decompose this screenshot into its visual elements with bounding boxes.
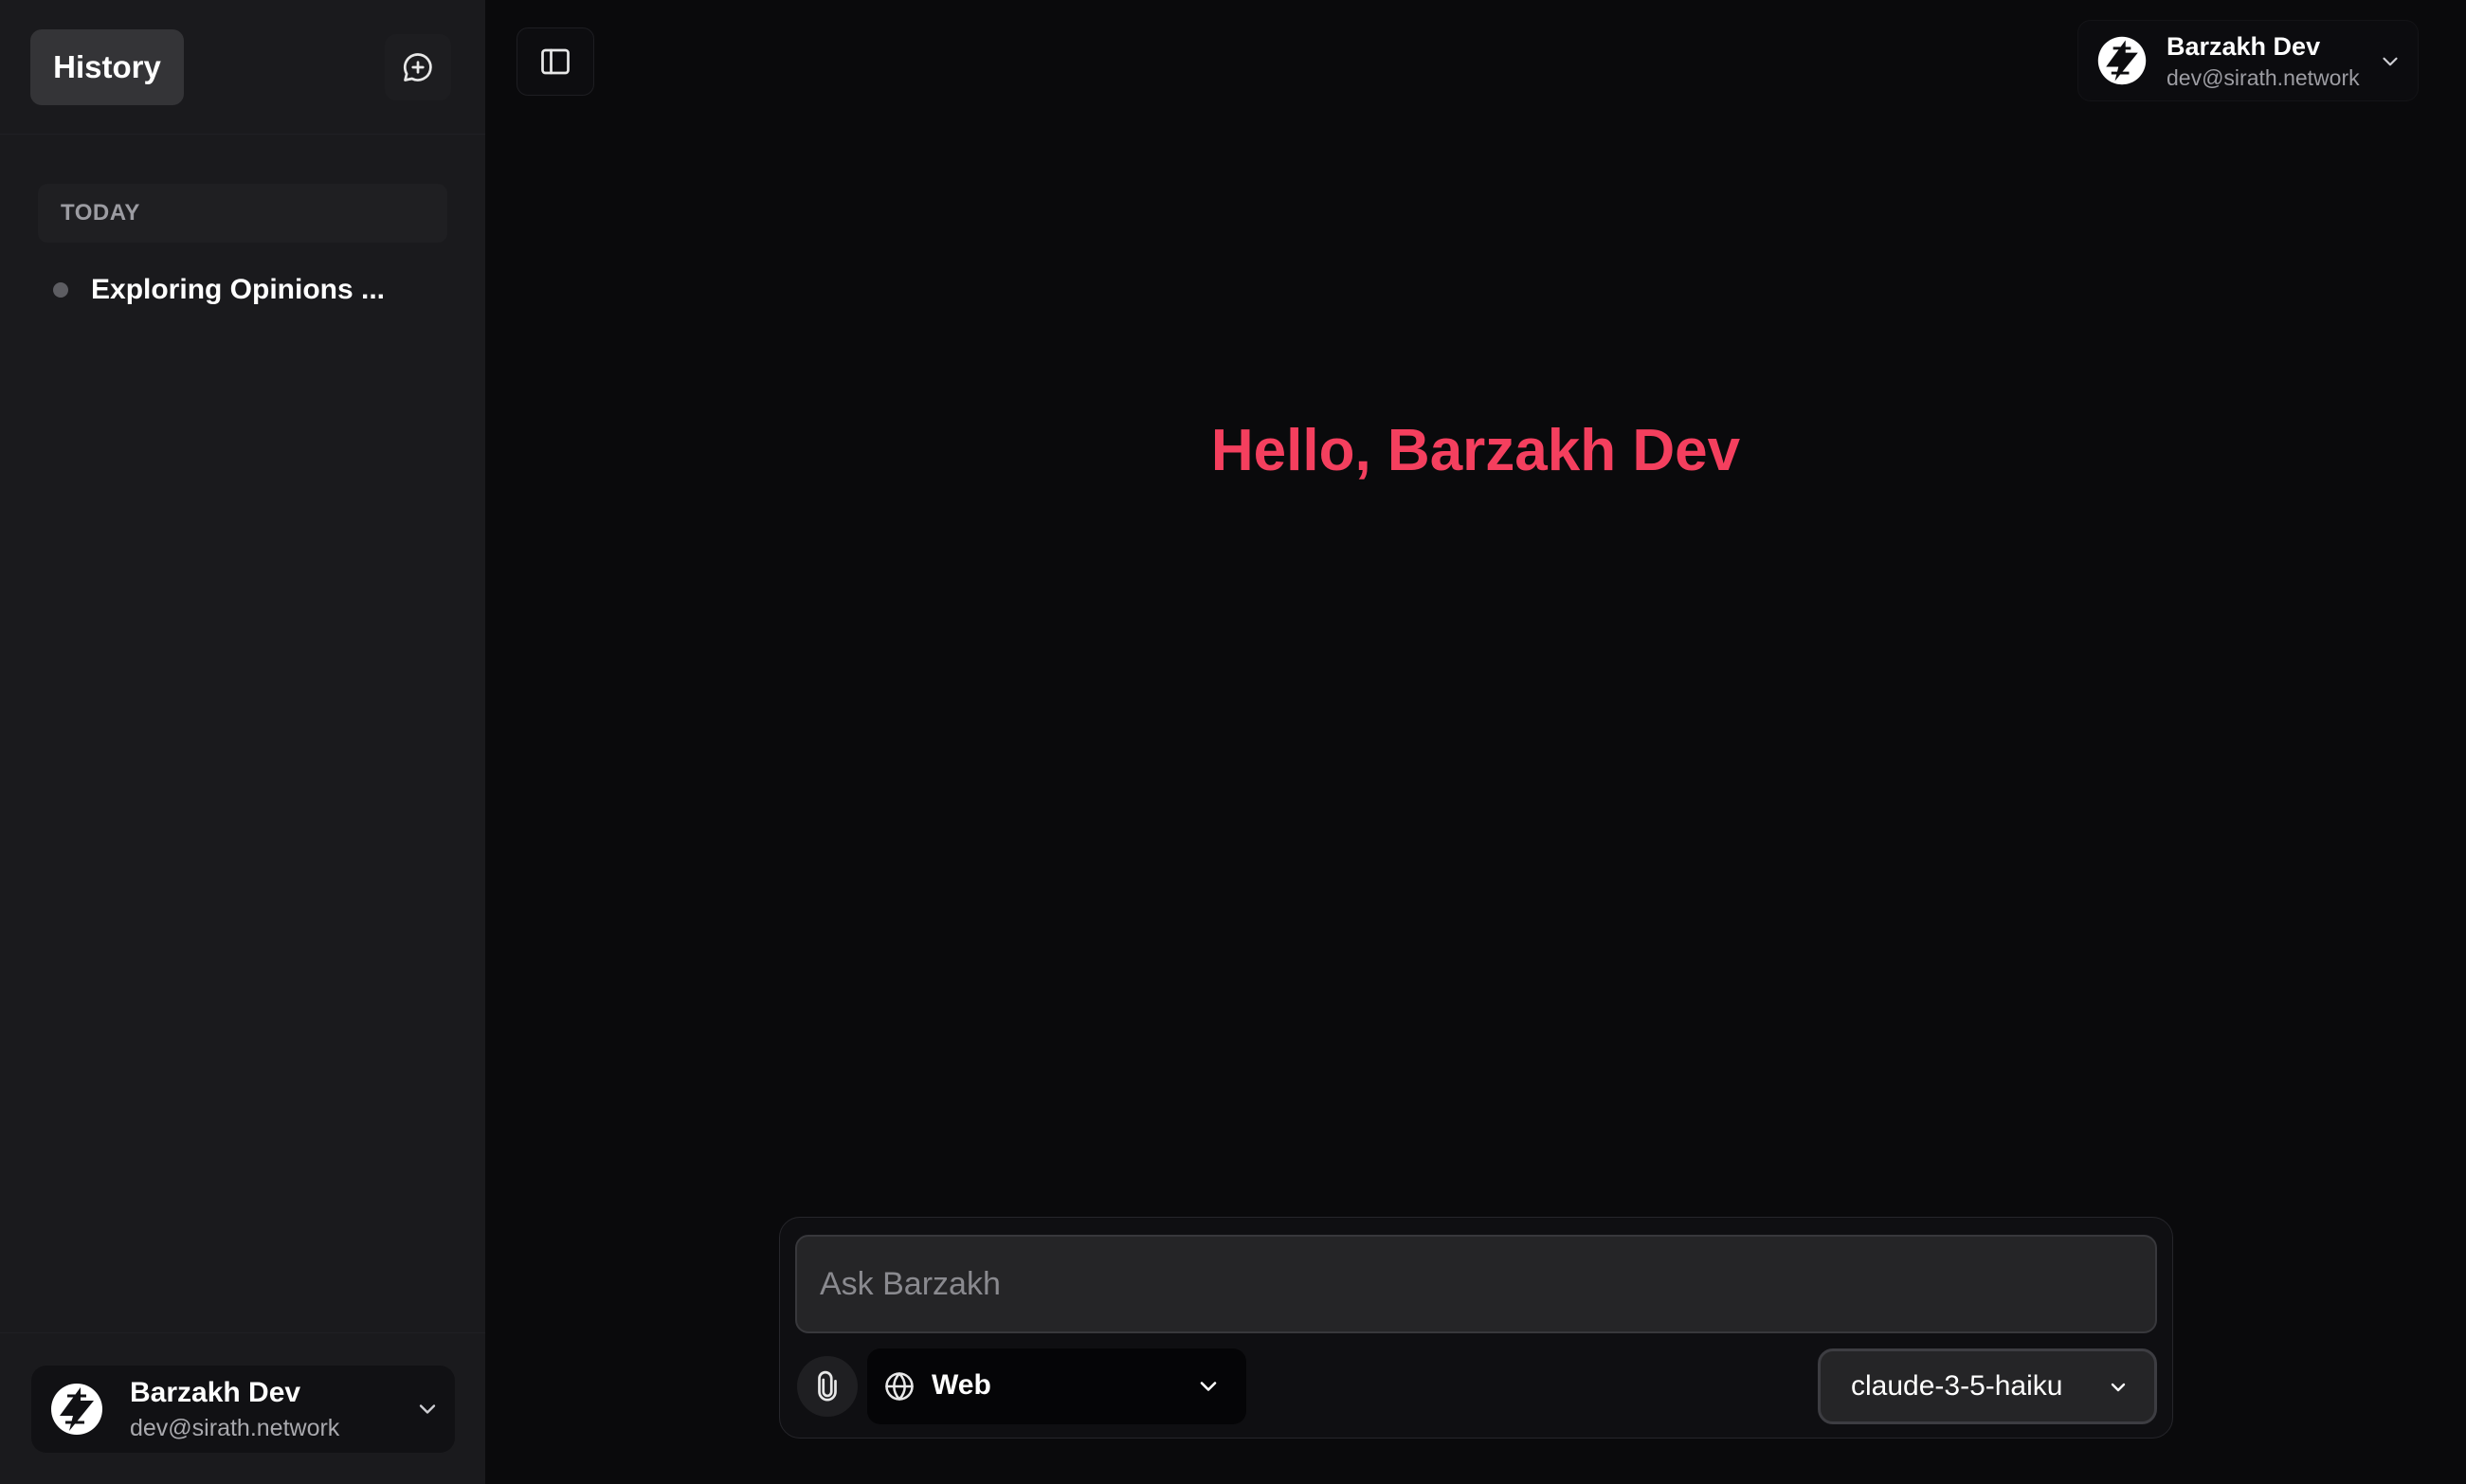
logo-slash-icon (51, 1384, 102, 1435)
user-email: dev@sirath.network (130, 1415, 340, 1441)
chevron-down-icon (1200, 1382, 1217, 1391)
chevron-down-icon (2111, 1383, 2126, 1392)
toggle-sidebar-button[interactable] (517, 27, 594, 96)
new-chat-button[interactable] (385, 34, 451, 100)
user-name: Barzakh Dev (130, 1377, 301, 1408)
history-button[interactable]: History (30, 29, 184, 105)
history-item-title: Exploring Opinions ... (91, 274, 386, 305)
header-user-name: Barzakh Dev (2167, 32, 2321, 61)
search-source-select[interactable]: Web (867, 1348, 1246, 1424)
chevron-down-icon (419, 1404, 436, 1414)
app-root: History TODAY Exploring Opinions ... Bar… (0, 0, 2466, 1484)
history-item[interactable]: Exploring Opinions ... (38, 265, 447, 315)
composer: Web claude-3-5-haiku (779, 1217, 2173, 1439)
attach-button[interactable] (797, 1356, 858, 1417)
sidebar-toggle-icon (541, 48, 570, 75)
section-label-today: TODAY (38, 184, 447, 243)
chevron-down-icon (2383, 57, 2398, 66)
logo-slash-icon (2097, 36, 2147, 85)
globe-icon (885, 1372, 914, 1401)
model-label: claude-3-5-haiku (1851, 1370, 2063, 1402)
greeting-heading: Hello, Barzakh Dev (1210, 418, 1741, 483)
sidebar-user-menu[interactable]: Barzakh Dev dev@sirath.network (31, 1366, 455, 1453)
prompt-input[interactable] (795, 1235, 2157, 1333)
paperclip-icon (818, 1370, 837, 1402)
header-user-menu[interactable]: Barzakh Dev dev@sirath.network (2077, 20, 2419, 101)
message-plus-icon (403, 53, 432, 81)
header-user-email: dev@sirath.network (2167, 65, 2360, 90)
bullet-dot (53, 282, 68, 298)
search-source-label: Web (932, 1369, 991, 1401)
sidebar: History TODAY Exploring Opinions ... Bar… (0, 0, 485, 1484)
model-select[interactable]: claude-3-5-haiku (1818, 1348, 2157, 1424)
